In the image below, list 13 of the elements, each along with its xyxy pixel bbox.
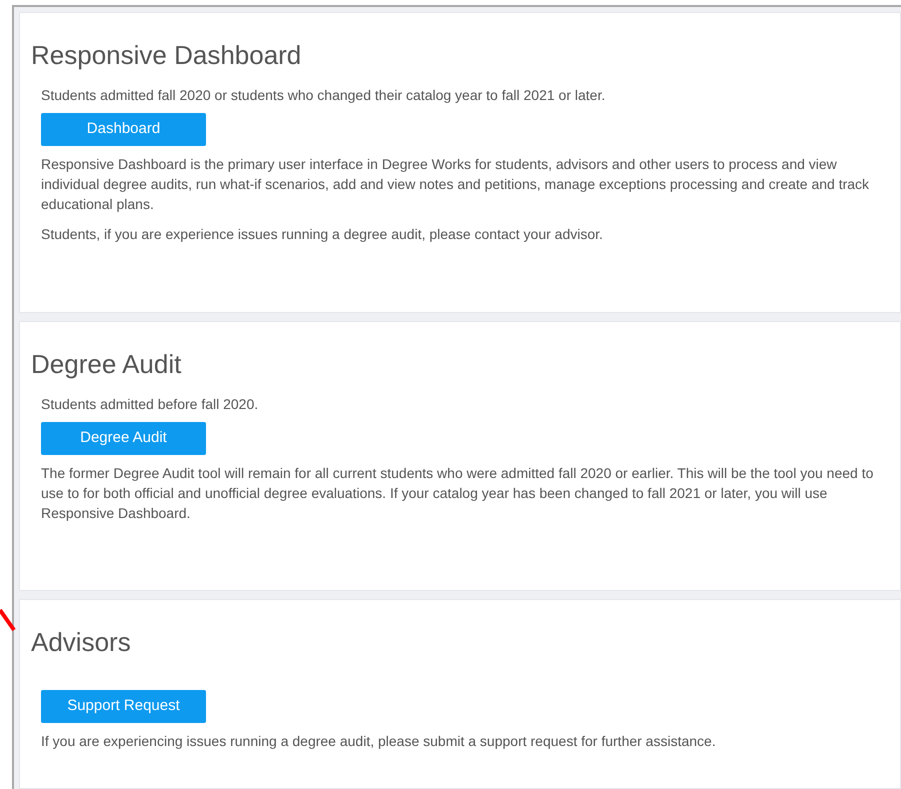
section-button[interactable]: Degree Audit [41, 422, 206, 455]
section-paragraph: The former Degree Audit tool will remain for all current students who were admitted fall 2020 or earlier. This will be the tool you need to use to for both official and unofficial degree evaluations. If your catalog year has been changed to fall 2021 or later, you will use Responsive Dashboard. [41, 464, 874, 523]
section-button[interactable]: Support Request [41, 690, 206, 723]
section-intro: Students admitted before fall 2020. [41, 395, 260, 414]
section-title: Advisors [31, 626, 132, 658]
section-button[interactable]: Dashboard [41, 113, 206, 146]
section-paragraph: If you are experiencing issues running a degree audit, please submit a support request for further assistance. [41, 732, 717, 751]
annotation-stroke [0, 608, 16, 632]
section-intro: Students admitted fall 2020 or students who changed their catalog year to fall 2021 or later. [41, 86, 606, 105]
section-paragraph: Students, if you are experience issues running a degree audit, please contact your advisor. [41, 225, 604, 244]
section-title: Degree Audit [31, 348, 182, 380]
section-paragraph: Responsive Dashboard is the primary user interface in Degree Works for students, advisors and other users to process and view individual degree audits, run what-if scenarios, add and view notes and petitions, manage exceptions processing and create and track educational plans. [41, 155, 870, 214]
section-title: Responsive Dashboard [31, 39, 302, 71]
